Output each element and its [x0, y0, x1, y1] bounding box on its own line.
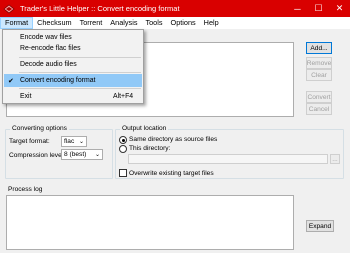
- converting-options-title: Converting options: [10, 125, 69, 132]
- menu-separator: [19, 88, 141, 89]
- menu-checksum[interactable]: Checksum: [33, 17, 75, 29]
- same-directory-radio[interactable]: [119, 136, 127, 144]
- process-log-title: Process log: [8, 186, 43, 193]
- menu-bar: Format Checksum Torrent Analysis Tools O…: [0, 17, 350, 29]
- this-directory-radio[interactable]: [119, 145, 127, 153]
- add-button[interactable]: Add...: [306, 42, 332, 54]
- compression-level-label: Compression level:: [9, 152, 66, 159]
- cancel-button[interactable]: Cancel: [306, 103, 332, 115]
- compression-level-value: 8 (best): [64, 151, 87, 158]
- checkmark-icon: ✔: [8, 77, 14, 85]
- menu-item-shortcut: Alt+F4: [113, 93, 134, 100]
- expand-button[interactable]: Expand: [306, 220, 334, 232]
- menu-torrent[interactable]: Torrent: [76, 17, 107, 29]
- convert-button[interactable]: Convert: [306, 91, 332, 103]
- menu-options[interactable]: Options: [167, 17, 200, 29]
- target-format-select[interactable]: flac ⌄: [61, 136, 87, 147]
- minimize-button[interactable]: ─: [287, 0, 308, 17]
- menu-format[interactable]: Format: [0, 17, 34, 29]
- menu-help[interactable]: Help: [200, 17, 223, 29]
- clear-button[interactable]: Clear: [306, 69, 332, 81]
- overwrite-checkbox[interactable]: [119, 169, 127, 177]
- compression-level-select[interactable]: 8 (best) ⌄: [61, 149, 103, 160]
- this-directory-label: This directory:: [129, 145, 171, 152]
- menu-separator: [19, 72, 141, 73]
- menu-item-label: Encode wav files: [20, 34, 72, 41]
- menu-tools[interactable]: Tools: [141, 17, 166, 29]
- directory-path-input[interactable]: [128, 154, 328, 164]
- close-button[interactable]: ✕: [329, 0, 350, 17]
- chevron-down-icon: ⌄: [78, 139, 84, 145]
- menu-item-reencode-flac[interactable]: Re-encode flac files: [4, 42, 142, 55]
- window-title: Trader's Little Helper :: Convert encodi…: [20, 4, 180, 13]
- remove-button[interactable]: Remove: [306, 57, 332, 69]
- format-dropdown-menu: Encode wav files Re-encode flac files De…: [2, 29, 144, 104]
- menu-item-label: Decode audio files: [20, 61, 77, 68]
- overwrite-label: Overwrite existing target files: [129, 170, 214, 177]
- target-format-label: Target format:: [9, 138, 50, 145]
- title-bar: Trader's Little Helper :: Convert encodi…: [0, 0, 350, 17]
- menu-item-decode-audio[interactable]: Decode audio files: [4, 58, 142, 71]
- chevron-down-icon: ⌄: [94, 152, 100, 158]
- target-format-value: flac: [64, 138, 75, 145]
- maximize-button[interactable]: ☐: [308, 0, 329, 17]
- same-directory-label: Same directory as source files: [129, 136, 218, 143]
- app-logo-icon: [3, 3, 15, 14]
- menu-item-exit[interactable]: Exit Alt+F4: [4, 90, 142, 103]
- browse-button[interactable]: ...: [330, 154, 340, 164]
- menu-item-label: Re-encode flac files: [20, 45, 81, 52]
- menu-analysis[interactable]: Analysis: [106, 17, 141, 29]
- process-log-area[interactable]: [6, 195, 294, 250]
- output-location-title: Output location: [120, 125, 169, 132]
- menu-item-convert-encoding[interactable]: ✔ Convert encoding format: [4, 74, 142, 87]
- menu-item-label: Convert encoding format: [20, 77, 96, 84]
- menu-item-label: Exit: [20, 93, 32, 100]
